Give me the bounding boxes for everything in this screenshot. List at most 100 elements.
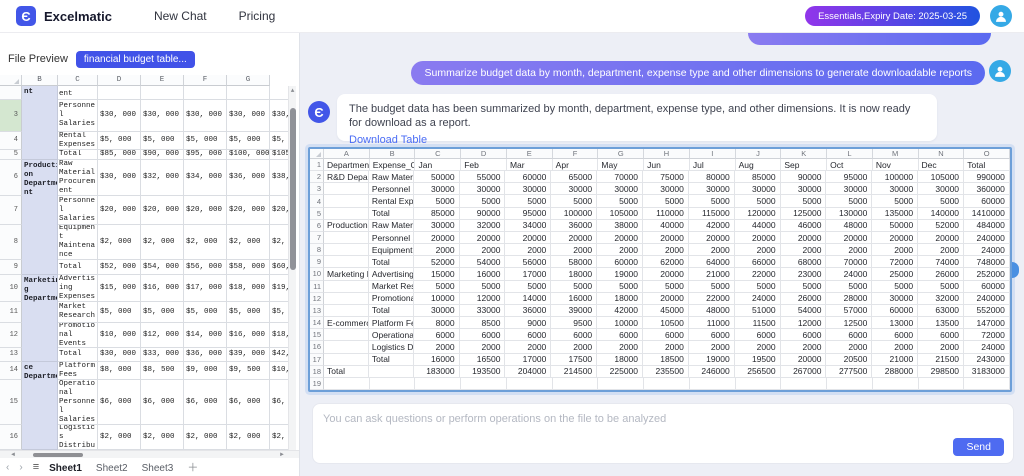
result-select-all-corner[interactable] <box>310 149 324 159</box>
result-cell-B16[interactable]: Logistics Di <box>369 341 414 353</box>
result-cell-D14[interactable]: 8500 <box>460 317 506 329</box>
result-cell-N14[interactable]: 13500 <box>918 317 964 329</box>
result-cell-K7[interactable]: 20000 <box>781 232 827 244</box>
result-cell-H8[interactable]: 2000 <box>643 244 689 256</box>
value-cell[interactable]: $33, 000 <box>141 348 184 362</box>
result-cell-N2[interactable]: 105000 <box>918 171 964 183</box>
result-cell-O2[interactable]: 990000 <box>964 171 1010 183</box>
result-cell-A3[interactable] <box>324 183 369 195</box>
result-cell-F14[interactable]: 9500 <box>551 317 597 329</box>
result-row-header-1[interactable]: 1 <box>310 159 324 171</box>
result-cell-K2[interactable]: 90000 <box>781 171 827 183</box>
merged-department-column[interactable]: ntProducti on Departme ntMarketin g Depa… <box>22 86 58 450</box>
result-cell-F10[interactable]: 18000 <box>551 268 597 280</box>
result-cell-F2[interactable]: 65000 <box>551 171 597 183</box>
result-cell-A19[interactable] <box>324 378 370 390</box>
result-row-header-16[interactable]: 16 <box>310 341 324 353</box>
result-cell-L13[interactable]: 57000 <box>826 305 872 317</box>
row-header-6[interactable]: 6 <box>0 160 22 196</box>
value-cell[interactable]: $6, 000 <box>184 380 227 425</box>
result-cell-H19[interactable] <box>644 378 690 390</box>
result-cell-E8[interactable]: 2000 <box>505 244 551 256</box>
result-cell-J6[interactable]: 44000 <box>735 220 781 232</box>
result-cell-D12[interactable]: 12000 <box>460 293 506 305</box>
result-cell-K18[interactable]: 267000 <box>781 366 827 378</box>
result-cell-I3[interactable]: 30000 <box>689 183 735 195</box>
result-cell-H7[interactable]: 20000 <box>643 232 689 244</box>
result-row-header-2[interactable]: 2 <box>310 171 324 183</box>
result-cell-A5[interactable] <box>324 208 369 220</box>
send-button[interactable]: Send <box>953 438 1004 456</box>
result-cell-K17[interactable]: 20000 <box>781 354 827 366</box>
result-row-header-14[interactable]: 14 <box>310 317 324 329</box>
result-cell-C17[interactable]: 16000 <box>414 354 460 366</box>
result-col-header-L[interactable]: L <box>827 149 873 159</box>
result-cell-M4[interactable]: 5000 <box>872 195 918 207</box>
result-cell-A15[interactable] <box>324 329 369 341</box>
result-cell-M16[interactable]: 2000 <box>872 341 918 353</box>
result-cell-E6[interactable]: 34000 <box>505 220 551 232</box>
expense-cell[interactable]: Personne l Salaries <box>58 196 98 225</box>
result-cell-C19[interactable] <box>415 378 461 390</box>
row-header-14[interactable]: 14 <box>0 362 22 380</box>
value-cell[interactable]: $2, 000 <box>227 425 270 450</box>
result-cell-E19[interactable] <box>507 378 553 390</box>
result-cell-I9[interactable]: 64000 <box>689 256 735 268</box>
result-cell-L4[interactable]: 5000 <box>826 195 872 207</box>
result-cell-G4[interactable]: 5000 <box>597 195 643 207</box>
result-cell-L1[interactable]: Oct <box>827 159 873 171</box>
sheet-tab-sheet1[interactable]: Sheet1 <box>49 463 82 476</box>
result-cell-K10[interactable]: 23000 <box>781 268 827 280</box>
result-cell-F4[interactable]: 5000 <box>551 195 597 207</box>
value-cell[interactable]: $30, 000 <box>270 100 289 132</box>
result-cell-C4[interactable]: 5000 <box>414 195 460 207</box>
value-cell[interactable]: $20, 000 <box>141 196 184 225</box>
row-header-16[interactable]: 16 <box>0 425 22 450</box>
result-cell-B5[interactable]: Total <box>369 208 414 220</box>
value-cell[interactable]: $56, 000 <box>184 260 227 275</box>
col-header-C[interactable]: C <box>58 75 98 86</box>
result-cell-A12[interactable] <box>324 293 369 305</box>
expense-cell[interactable]: Total <box>58 150 98 160</box>
result-cell-K14[interactable]: 12000 <box>781 317 827 329</box>
value-cell[interactable]: $18, 000 <box>270 323 289 348</box>
result-cell-J9[interactable]: 66000 <box>735 256 781 268</box>
result-col-header-I[interactable]: I <box>690 149 736 159</box>
vertical-scrollbar[interactable]: ▲ <box>288 86 296 450</box>
value-cell[interactable]: $2, 000 <box>227 225 270 260</box>
result-cell-D2[interactable]: 55000 <box>460 171 506 183</box>
result-cell-D4[interactable]: 5000 <box>460 195 506 207</box>
value-cell[interactable]: $105, 000 <box>270 150 289 160</box>
result-cell-H16[interactable]: 2000 <box>643 341 689 353</box>
value-cell[interactable]: $30, 000 <box>227 100 270 132</box>
result-cell-A14[interactable]: E-commerc <box>324 317 369 329</box>
result-row-header-18[interactable]: 18 <box>310 366 324 378</box>
result-cell-M2[interactable]: 100000 <box>872 171 918 183</box>
result-cell-H3[interactable]: 30000 <box>643 183 689 195</box>
department-merged-cell[interactable]: ce Departme <box>22 362 57 450</box>
result-cell-N10[interactable]: 26000 <box>918 268 964 280</box>
result-cell-O11[interactable]: 60000 <box>964 281 1010 293</box>
horizontal-scroll-thumb[interactable] <box>33 453 83 457</box>
value-cell[interactable]: $8, 000 <box>98 362 141 380</box>
result-cell-D8[interactable]: 2000 <box>460 244 506 256</box>
result-cell-L19[interactable] <box>827 378 873 390</box>
value-cell[interactable]: $30, 000 <box>98 100 141 132</box>
result-cell-J13[interactable]: 51000 <box>735 305 781 317</box>
result-cell-G18[interactable]: 225000 <box>597 366 643 378</box>
result-cell-B3[interactable]: Personnel S <box>369 183 414 195</box>
result-cell-E13[interactable]: 36000 <box>505 305 551 317</box>
result-col-header-N[interactable]: N <box>919 149 965 159</box>
expense-cell[interactable]: Operatio nal Personne l Salaries <box>58 380 98 425</box>
result-cell-L14[interactable]: 12500 <box>826 317 872 329</box>
result-cell-E5[interactable]: 95000 <box>505 208 551 220</box>
result-cell-D19[interactable] <box>461 378 507 390</box>
department-merged-cell[interactable]: Marketin g Departme <box>22 275 57 362</box>
scroll-up-arrow-icon[interactable]: ▲ <box>289 86 296 95</box>
result-cell-G12[interactable]: 18000 <box>597 293 643 305</box>
result-cell-B14[interactable]: Platform Fe <box>369 317 414 329</box>
value-cell[interactable] <box>270 86 289 100</box>
value-cell[interactable]: $20, 000 <box>227 196 270 225</box>
value-cell[interactable] <box>184 86 227 100</box>
result-cell-J18[interactable]: 256500 <box>735 366 781 378</box>
